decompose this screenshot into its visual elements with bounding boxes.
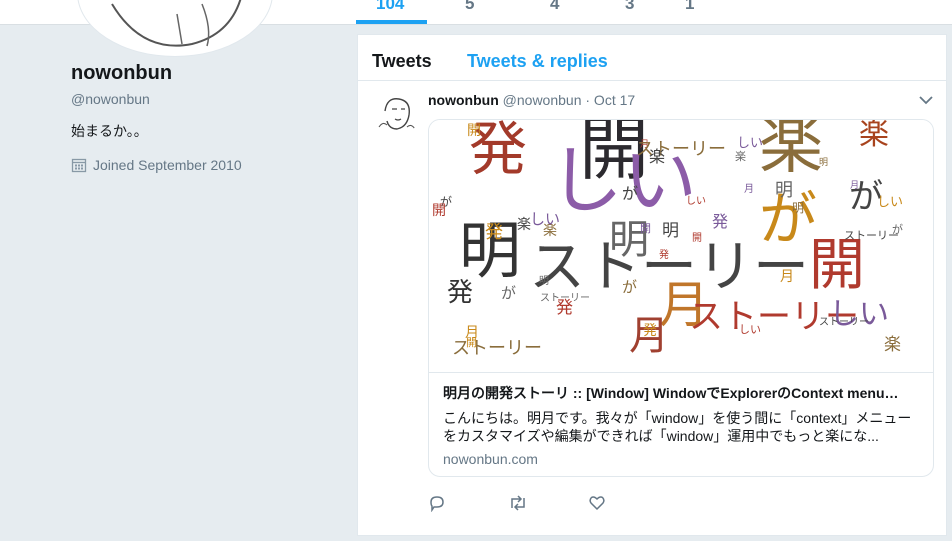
profile-handle[interactable]: @nowonbun: [71, 91, 341, 107]
wordcloud-word: 明: [662, 221, 679, 241]
tweet-author-handle[interactable]: @nowonbun: [503, 92, 582, 108]
retweet-icon[interactable]: [508, 494, 528, 517]
wordcloud-word: しい: [739, 323, 761, 336]
stat-tweets-count[interactable]: 104: [376, 0, 404, 14]
wordcloud-word: しい: [877, 195, 904, 210]
wordcloud-word: 楽: [859, 120, 889, 152]
stat-likes-count[interactable]: 3: [625, 0, 634, 14]
wordcloud-word: 開: [809, 233, 865, 298]
wordcloud-word: 月: [744, 184, 754, 195]
profile-avatar[interactable]: [78, 0, 272, 56]
wordcloud-word: 楽: [884, 335, 901, 355]
joined-date-text: Joined September 2010: [93, 157, 242, 173]
sketch-face-icon: [378, 98, 416, 130]
wordcloud-word: 月: [780, 269, 794, 285]
profile-joined: Joined September 2010: [71, 157, 341, 173]
wordcloud-word: 月: [850, 181, 860, 191]
wordcloud-word: 楽: [517, 217, 531, 233]
wordcloud-word: しい: [686, 196, 706, 207]
tweet-header: nowonbun @nowonbun · Oct 17: [428, 92, 635, 108]
tweet-author-name[interactable]: nowonbun: [428, 92, 499, 108]
wordcloud-word: ストーリー: [819, 317, 869, 328]
tweet[interactable]: nowonbun @nowonbun · Oct 17 開楽発しい明ストーリーが…: [358, 81, 946, 541]
timeline-tabs: Tweets Tweets & replies: [358, 35, 946, 81]
stat-lists-count[interactable]: 1: [685, 0, 694, 14]
reply-icon[interactable]: [428, 494, 446, 517]
tab-tweets[interactable]: Tweets: [372, 51, 432, 72]
wordcloud-word: 明: [792, 201, 805, 215]
wordcloud-word: 発: [485, 222, 503, 243]
like-icon[interactable]: [588, 494, 606, 517]
wordcloud-word: 開: [467, 123, 481, 139]
stat-followers-count[interactable]: 4: [550, 0, 559, 14]
wordcloud-word: 楽: [649, 147, 666, 166]
wordcloud-word: 明: [539, 276, 549, 287]
wordcloud-word: 発: [643, 323, 657, 339]
link-card[interactable]: 開楽発しい明ストーリーが開月明楽がストーリー しい月発発楽月がしい明開ストーリー発…: [428, 119, 934, 477]
card-domain: nowonbun.com: [443, 451, 538, 467]
wordcloud-word: 発: [556, 298, 573, 318]
wordcloud-word: ストーリー: [844, 229, 899, 242]
wordcloud-word: しい: [737, 136, 764, 151]
wordcloud-word: 開: [432, 203, 446, 219]
calendar-icon: [71, 158, 87, 173]
timeline: Tweets Tweets & replies nowonbun @nowonb…: [357, 34, 947, 536]
active-stat-underline: [356, 20, 427, 24]
wordcloud-word: が: [622, 278, 638, 296]
profile-bio: 始まるか。。: [71, 123, 148, 139]
wordcloud-word: が: [622, 184, 639, 203]
wordcloud-word: しい: [530, 210, 561, 228]
tab-tweets-replies[interactable]: Tweets & replies: [467, 51, 608, 72]
avatar-drawing-icon: [111, 0, 242, 47]
card-description: こんにちは。明月です。我々が「window」を使う間に「context」メニュー…: [443, 410, 912, 444]
chevron-down-icon[interactable]: [918, 93, 934, 111]
wordcloud-word: が: [501, 284, 517, 302]
wordcloud-word: 開: [692, 233, 702, 244]
card-image-wordcloud: 開楽発しい明ストーリーが開月明楽がストーリー しい月発発楽月がしい明開ストーリー発…: [429, 120, 933, 373]
profile-card: nowonbun @nowonbun 始まるか。。 Joined Septemb…: [71, 62, 341, 173]
tweet-date[interactable]: · Oct 17: [585, 92, 635, 108]
wordcloud-word: 楽: [759, 120, 823, 183]
wordcloud-word: 発: [712, 212, 729, 231]
tweet-avatar[interactable]: [373, 91, 419, 137]
wordcloud-word: 明: [775, 180, 793, 201]
profile-name[interactable]: nowonbun: [71, 62, 341, 85]
stat-following-count[interactable]: 5: [465, 0, 474, 14]
wordcloud-word: 明: [819, 158, 829, 168]
wordcloud-word: 発: [659, 250, 669, 261]
wordcloud-word: 楽: [735, 150, 746, 163]
wordcloud-word: 発: [447, 278, 474, 308]
card-title: 明月の開発ストーリ :: [Window] WindowでExplorerのCo…: [443, 385, 899, 401]
wordcloud-word: 開: [466, 336, 477, 349]
wordcloud-word: 開: [640, 222, 651, 235]
